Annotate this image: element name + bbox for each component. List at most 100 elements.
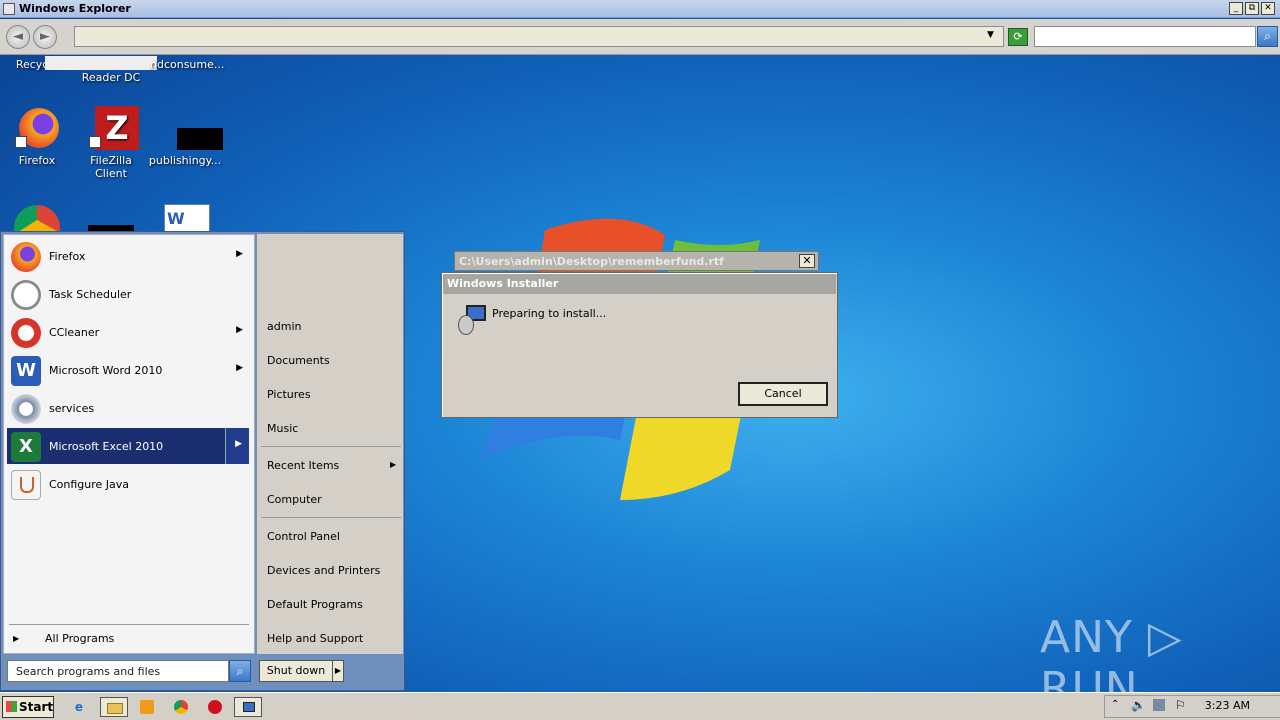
internet-explorer-icon[interactable]: e [68, 697, 90, 717]
redaction-bar [45, 56, 157, 70]
ccleaner-icon [11, 318, 41, 348]
start-search-input[interactable]: Search programs and files [7, 660, 229, 682]
excel-icon: X [11, 432, 41, 462]
installer-message: Preparing to install... [492, 307, 607, 320]
network-icon[interactable] [1153, 699, 1165, 711]
forward-button[interactable]: ► [33, 25, 57, 49]
media-player-icon[interactable] [136, 697, 158, 717]
submenu-arrow-icon: ▶ [390, 460, 397, 469]
places-music[interactable]: Music [267, 422, 401, 435]
word-icon: W [11, 356, 41, 386]
system-tray: ⌃ 🔈 ⚐ [1104, 695, 1280, 718]
places-recent-items[interactable]: Recent Items [267, 459, 401, 472]
desktop-icon-label: ndconsume... [150, 58, 225, 71]
start-program-task-scheduler[interactable]: Task Scheduler [7, 276, 249, 312]
places-help-support[interactable]: Help and Support [267, 632, 401, 645]
start-label: Start [19, 700, 54, 714]
desktop-icon-label: publishingy... [148, 154, 222, 167]
windows-flag-icon [6, 701, 17, 712]
program-label: Firefox [49, 250, 86, 263]
address-toolbar: ◄ ► ▼ ⟳ ⌕ [0, 19, 1280, 55]
clock[interactable]: 3:23 AM [1205, 699, 1250, 712]
opera-icon[interactable] [204, 697, 226, 717]
file-icon [163, 106, 223, 150]
close-button[interactable]: ✕ [799, 254, 815, 268]
places-devices-printers[interactable]: Devices and Printers [267, 564, 401, 577]
start-program-services[interactable]: services [7, 390, 249, 426]
submenu-arrow-icon: ▶ [236, 363, 243, 373]
all-programs-link[interactable]: All Programs [45, 632, 114, 645]
installer-icon [456, 305, 486, 337]
start-program-excel[interactable]: X Microsoft Excel 2010 ▶ [7, 428, 249, 464]
desktop-icon-label: Firefox [18, 154, 56, 167]
explorer-app-icon [3, 3, 15, 15]
start-program-configure-java[interactable]: Configure Java [7, 466, 249, 502]
dialog-title: C:\Users\admin\Desktop\rememberfund.rtf [459, 255, 724, 268]
folder-icon[interactable] [100, 697, 128, 717]
refresh-button[interactable]: ⟳ [1008, 28, 1028, 46]
program-label: Configure Java [49, 478, 130, 491]
volume-icon[interactable]: 🔈 [1131, 698, 1146, 712]
shutdown-button[interactable]: Shut down [259, 660, 333, 682]
program-label: Task Scheduler [49, 288, 132, 301]
all-programs-arrow-icon: ▶ [13, 634, 20, 643]
word-document-icon: W [164, 204, 210, 232]
start-program-ccleaner[interactable]: CCleaner ▶ [7, 314, 249, 350]
divider [9, 624, 249, 625]
close-button[interactable]: ✕ [1261, 2, 1275, 15]
places-documents[interactable]: Documents [267, 354, 401, 367]
places-pictures[interactable]: Pictures [267, 388, 401, 401]
program-label: Microsoft Word 2010 [49, 364, 163, 377]
installer-titlebar: Windows Installer [443, 274, 836, 294]
shutdown-options-arrow-icon[interactable]: ▶ [332, 660, 344, 682]
places-admin[interactable]: admin [267, 320, 401, 333]
start-button[interactable]: Start [2, 696, 54, 718]
installer-task-icon[interactable] [234, 697, 262, 717]
start-program-firefox[interactable]: Firefox ▶ [7, 238, 249, 274]
address-input[interactable] [74, 26, 1004, 47]
places-control-panel[interactable]: Control Panel [267, 530, 401, 543]
maximize-button[interactable]: ⧉ [1245, 2, 1259, 15]
show-hidden-icons-icon[interactable]: ⌃ [1111, 699, 1119, 710]
minimize-button[interactable]: _ [1229, 2, 1243, 15]
firefox-icon [11, 242, 41, 272]
taskbar: Start e ⌃ 🔈 ⚐ 3:23 AM [0, 692, 1280, 720]
search-icon[interactable]: ⌕ [1257, 26, 1278, 47]
desktop-icon-ndconsume[interactable]: ndconsume... [150, 58, 224, 71]
installer-title: Windows Installer [447, 277, 559, 290]
desktop-icon-firefox[interactable]: Firefox [0, 106, 74, 167]
chrome-icon[interactable] [170, 697, 192, 717]
java-icon [11, 470, 41, 500]
rtf-dialog-titlebar: C:\Users\admin\Desktop\rememberfund.rtf … [454, 251, 819, 271]
desktop-icon-filezilla[interactable]: Z FileZilla Client [74, 106, 148, 180]
window-title: Windows Explorer [19, 2, 131, 15]
divider [261, 446, 401, 447]
gear-icon [11, 394, 41, 424]
address-dropdown-icon[interactable]: ▼ [987, 30, 994, 40]
action-center-flag-icon[interactable]: ⚐ [1175, 698, 1186, 712]
program-label: Microsoft Excel 2010 [49, 440, 164, 453]
divider [261, 517, 401, 518]
start-menu-places-pane [257, 234, 403, 654]
submenu-arrow-icon: ▶ [236, 249, 243, 259]
submenu-arrow-icon: ▶ [235, 439, 242, 449]
cancel-button[interactable]: Cancel [738, 382, 828, 406]
program-label: CCleaner [49, 326, 100, 339]
submenu-arrow-icon: ▶ [236, 325, 243, 335]
desktop-icon-reader-dc[interactable]: Reader DC [74, 71, 148, 84]
clock-icon [11, 280, 41, 310]
explorer-titlebar: Windows Explorer _ ⧉ ✕ [0, 0, 1280, 18]
program-label: services [49, 402, 95, 415]
back-button[interactable]: ◄ [6, 25, 30, 49]
start-program-word[interactable]: W Microsoft Word 2010 ▶ [7, 352, 249, 388]
search-icon[interactable]: ⌕ [229, 660, 251, 682]
search-input[interactable] [1034, 26, 1256, 47]
filezilla-icon: Z [89, 106, 139, 150]
places-computer[interactable]: Computer [267, 493, 401, 506]
desktop-icon-label: FileZilla Client [90, 154, 132, 180]
start-menu: Firefox ▶ Task Scheduler CCleaner ▶ W Mi… [0, 231, 405, 691]
desktop-icon-label: Reader DC [81, 71, 141, 84]
firefox-icon [15, 106, 59, 150]
places-default-programs[interactable]: Default Programs [267, 598, 401, 611]
desktop-icon-publishing[interactable]: publishingy... [148, 106, 223, 167]
